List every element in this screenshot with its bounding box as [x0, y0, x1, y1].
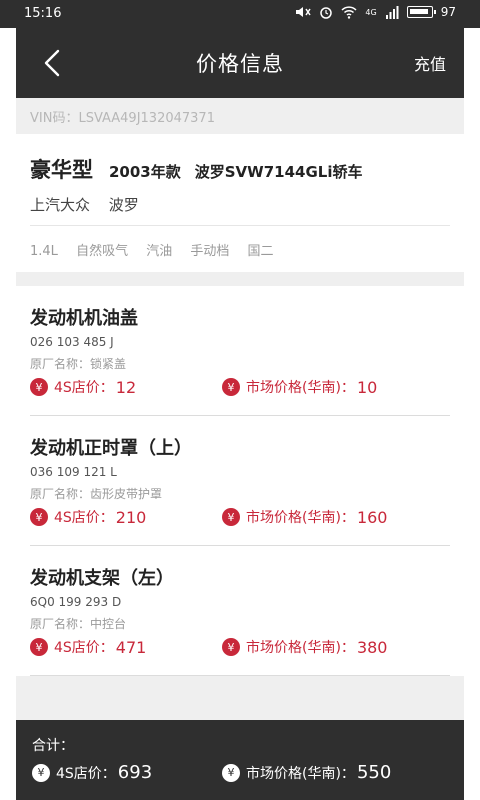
nav-bar: 价格信息 充值 — [16, 28, 464, 98]
part-4s-price: ¥4S店价： 210 — [30, 507, 146, 527]
part-market-price: ¥ 市场价格(华南)： 10 — [222, 377, 377, 397]
part-market-price: ¥ 市场价格(华南)： 160 — [222, 507, 387, 527]
yen-icon: ¥ — [30, 638, 48, 656]
part-original-name: 原厂名称：锁紧盖 — [30, 357, 127, 371]
wifi-icon — [341, 6, 357, 19]
car-year: 2003年款 — [109, 163, 181, 181]
yen-icon: ¥ — [30, 378, 48, 396]
part-code: 026 103 485 J — [30, 335, 114, 349]
left-margin — [0, 28, 16, 800]
spec-displacement: 1.4L — [30, 244, 58, 259]
part-item[interactable]: 发动机正时罩（上） 036 109 121 L 原厂名称：齿形皮带护罩 ¥4S店… — [30, 416, 450, 546]
part-list: 发动机机油盖 026 103 485 J 原厂名称：锁紧盖 ¥4S店价： 12 ¥… — [16, 286, 464, 676]
car-model: 波罗SVW7144GLi轿车 — [194, 163, 363, 181]
network-type: 4G — [365, 7, 377, 17]
recharge-button[interactable]: 充值 — [414, 51, 446, 75]
car-series: 波罗 — [108, 196, 139, 214]
yen-icon: ¥ — [222, 638, 240, 656]
spec-intake: 自然吸气 — [76, 244, 129, 259]
divider — [30, 225, 450, 226]
car-title-row: 豪华型 2003年款 波罗SVW7144GLi轿车 — [30, 154, 362, 184]
yen-icon: ¥ — [222, 378, 240, 396]
part-original-name: 原厂名称：中控台 — [30, 617, 127, 631]
yen-icon: ¥ — [222, 763, 240, 782]
status-icons: 4G 97 — [295, 5, 456, 19]
part-market-price: ¥ 市场价格(华南)： 380 — [222, 637, 387, 657]
part-4s-price: ¥4S店价： 12 — [30, 377, 136, 397]
vin-bar: VIN码：LSVAA49J132047371 — [16, 98, 464, 134]
part-code: 6Q0 199 293 D — [30, 595, 122, 609]
car-brand-row: 上汽大众 波罗 — [30, 194, 153, 215]
total-label: 合计： — [32, 738, 74, 754]
battery-level: 97 — [440, 5, 456, 19]
part-item[interactable]: 发动机机油盖 026 103 485 J 原厂名称：锁紧盖 ¥4S店价： 12 ¥… — [30, 286, 450, 416]
spec-emission: 国二 — [247, 244, 274, 259]
part-4s-price: ¥4S店价： 471 — [30, 637, 146, 657]
right-margin — [464, 28, 480, 800]
status-bar: 15:16 4G 97 — [0, 0, 480, 28]
status-time: 15:16 — [24, 6, 62, 21]
car-specs-row: 1.4L 自然吸气 汽油 手动档 国二 — [30, 240, 288, 259]
part-item[interactable]: 发动机支架（左） 6Q0 199 293 D 原厂名称：中控台 ¥4S店价： 47… — [30, 546, 450, 676]
section-gap — [16, 272, 464, 286]
part-name: 发动机正时罩（上） — [30, 438, 192, 459]
battery-icon — [406, 6, 436, 18]
vin-text: VIN码：LSVAA49J132047371 — [30, 111, 215, 126]
yen-icon: ¥ — [30, 508, 48, 526]
part-name: 发动机支架（左） — [30, 568, 174, 589]
car-brand: 上汽大众 — [30, 196, 91, 214]
spec-transmission: 手动档 — [190, 244, 230, 259]
total-market-price: ¥ 市场价格(华南)： 550 — [222, 762, 391, 783]
list-footer-space — [16, 676, 464, 720]
page-title: 价格信息 — [196, 52, 284, 76]
spec-fuel: 汽油 — [146, 244, 173, 259]
yen-icon: ¥ — [32, 763, 50, 782]
alarm-icon — [320, 7, 333, 19]
total-bar: 合计： ¥4S店价： 693 ¥ 市场价格(华南)： 550 — [16, 720, 464, 800]
yen-icon: ¥ — [222, 508, 240, 526]
car-info: 豪华型 2003年款 波罗SVW7144GLi轿车 上汽大众 波罗 1.4L 自… — [16, 134, 464, 272]
total-4s-price: ¥4S店价： 693 — [32, 762, 152, 783]
part-code: 036 109 121 L — [30, 465, 117, 479]
part-original-name: 原厂名称：齿形皮带护罩 — [30, 487, 163, 501]
car-grade: 豪华型 — [30, 158, 93, 182]
signal-icon — [385, 6, 399, 19]
mute-icon — [296, 7, 312, 17]
part-name: 发动机机油盖 — [30, 308, 138, 329]
